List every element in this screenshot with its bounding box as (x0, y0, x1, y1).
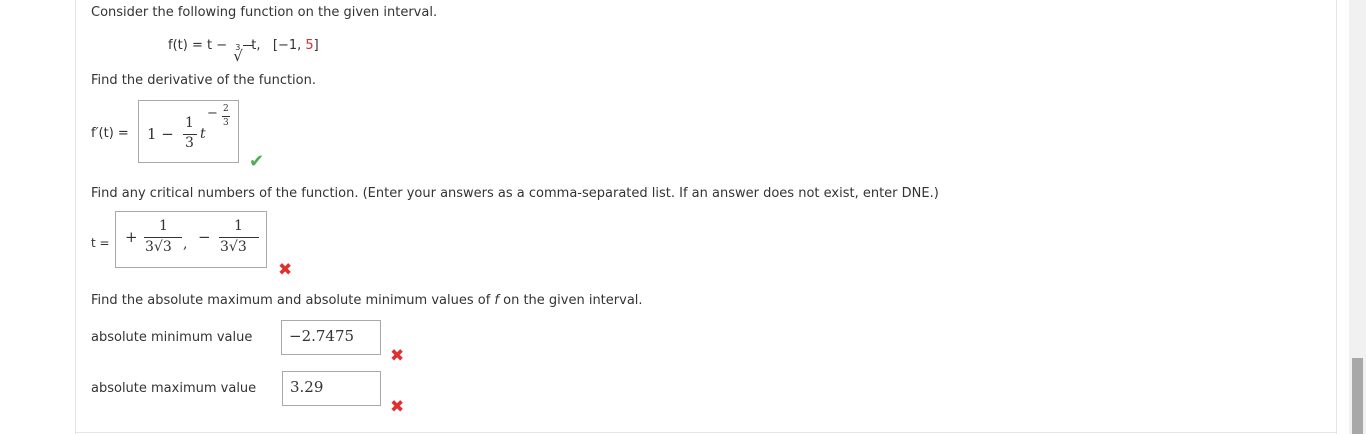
cross-icon: ✖ (390, 397, 405, 417)
derivative-one-minus: 1 − (147, 125, 174, 143)
exponent-sign: − (207, 106, 218, 121)
check-icon: ✔ (249, 151, 265, 172)
max-label: absolute maximum value (91, 381, 257, 396)
cross-icon: ✖ (390, 346, 405, 366)
intro-text: Consider the following function on the g… (91, 5, 438, 20)
critical-label: t = (91, 236, 110, 250)
fraction-2-bar (219, 237, 259, 238)
cross-icon: ✖ (278, 260, 293, 280)
extrema-prompt-end: on the given interval. (498, 293, 643, 308)
panel-right-border (1336, 0, 1337, 434)
critical-answer-box[interactable]: + 1 3√3 , − 1 3√3 (115, 211, 267, 268)
fraction-2-numerator: 1 (234, 218, 243, 234)
fraction-denominator: 3 (185, 135, 194, 151)
radical-sign: √ (233, 47, 243, 65)
interval-open: [−1, (272, 38, 306, 53)
function-lhs: f(t) = t − (168, 38, 232, 53)
interval-end: 5 (305, 38, 314, 53)
scrollbar-thumb[interactable] (1352, 358, 1363, 434)
fraction-1-bar (144, 237, 182, 238)
extrema-prompt-start: Find the absolute maximum and absolute m… (91, 293, 495, 308)
panel-left-border (75, 0, 76, 434)
vinculum (243, 45, 254, 46)
min-value: −2.7475 (289, 327, 355, 345)
function-definition: f(t) = t − 3 √ t, [−1, 5] (168, 38, 319, 65)
fraction-1-numerator: 1 (159, 218, 168, 234)
minus-sign: − (198, 228, 211, 246)
exponent-denominator: 3 (223, 118, 229, 128)
interval-close: ] (313, 38, 319, 53)
exponent-numerator: 2 (223, 104, 229, 114)
panel-bottom-border (75, 432, 1336, 433)
derivative-label: f′(t) = (91, 126, 129, 141)
extrema-prompt: Find the absolute maximum and absolute m… (91, 293, 643, 308)
fraction-numerator: 1 (185, 115, 194, 131)
derivative-answer-box[interactable]: 1 − 1 3 t − 2 3 (138, 100, 239, 163)
plus-sign: + (125, 228, 138, 246)
min-value-input[interactable]: −2.7475 (281, 320, 381, 355)
fraction-2-denominator: 3√3 (220, 239, 247, 255)
derivative-prompt: Find the derivative of the function. (91, 73, 316, 88)
critical-prompt: Find any critical numbers of the functio… (91, 186, 939, 201)
exponent-bar (222, 116, 230, 117)
derivative-variable: t (200, 126, 206, 142)
list-comma: , (183, 236, 188, 252)
fraction-1-denominator: 3√3 (145, 239, 172, 255)
max-value-input[interactable]: 3.29 (282, 371, 381, 406)
min-label: absolute minimum value (91, 330, 253, 345)
max-value: 3.29 (290, 378, 324, 396)
